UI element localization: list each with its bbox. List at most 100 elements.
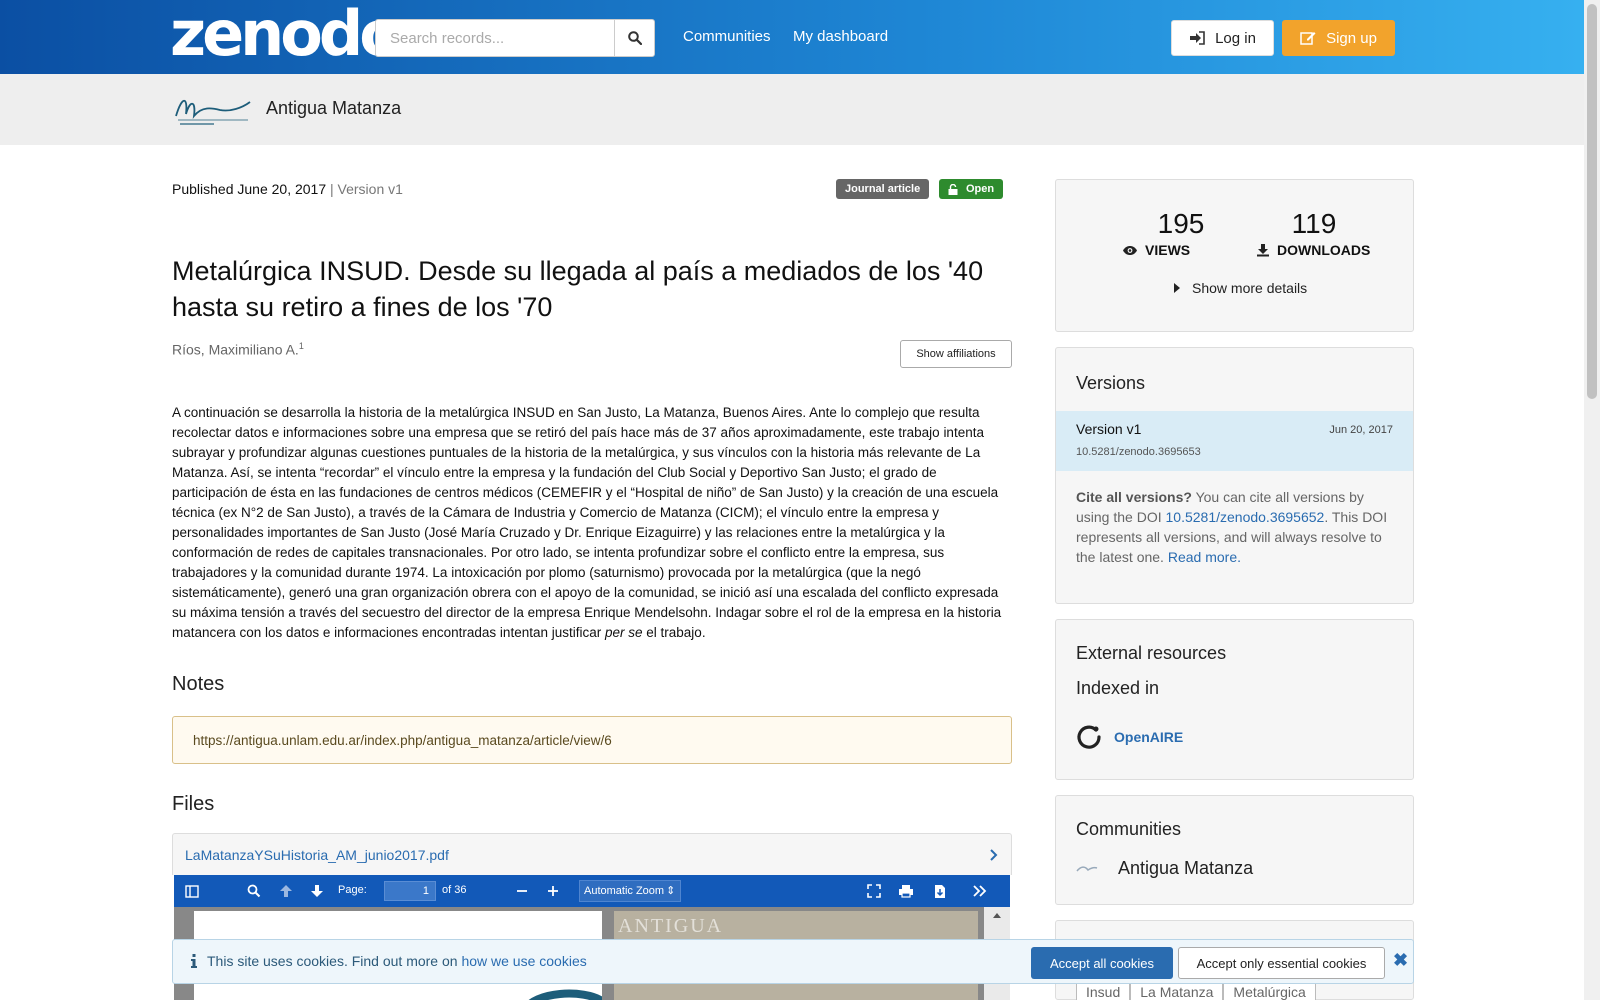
scroll-up-icon[interactable] [984, 907, 1010, 923]
previous-page-icon[interactable] [278, 883, 294, 899]
chevron-right-icon[interactable] [989, 848, 999, 861]
unlock-icon [948, 183, 958, 195]
published-date: Published June 20, 2017 [172, 181, 327, 197]
files-heading: Files [172, 793, 215, 815]
views-count: 195 [1157, 208, 1205, 239]
access-label: Open [966, 183, 995, 195]
download-file-icon[interactable] [932, 883, 948, 899]
abstract: A continuación se desarrolla la historia… [172, 403, 1002, 643]
creator[interactable]: Ríos, Maximiliano A.1 [172, 341, 304, 358]
views-label: VIEWS [1122, 242, 1190, 258]
zenodo-logo[interactable]: zenodo [170, 3, 402, 65]
versions-panel: Versions Version v1 Jun 20, 2017 10.5281… [1055, 347, 1414, 604]
scrollbar-thumb[interactable] [1587, 4, 1597, 399]
accept-all-cookies-button[interactable]: Accept all cookies [1031, 947, 1173, 979]
external-title: External resources [1076, 643, 1227, 663]
find-icon[interactable] [246, 883, 262, 899]
cite-all-versions: Cite all versions? You can cite all vers… [1076, 487, 1396, 567]
search-input[interactable] [375, 19, 615, 57]
nav-my-dashboard[interactable]: My dashboard [793, 28, 888, 45]
version-item[interactable]: Version v1 Jun 20, 2017 10.5281/zenodo.3… [1056, 411, 1413, 471]
cookie-banner: This site uses cookies. Find out more on… [172, 939, 1414, 984]
openaire-icon [1077, 725, 1101, 749]
zoom-select[interactable]: Automatic Zoom ⇕ [579, 880, 681, 902]
notes-box: https://antigua.unlam.edu.ar/index.php/a… [172, 716, 1012, 764]
file-name-link[interactable]: LaMatanzaYSuHistoria_AM_junio2017.pdf [185, 847, 449, 863]
indexed-in-label: Indexed in [1076, 678, 1160, 698]
openaire-label: OpenAIRE [1114, 729, 1184, 745]
tools-menu-icon[interactable] [972, 883, 988, 899]
sign-in-icon [1190, 31, 1205, 45]
version-doi: 10.5281/zenodo.3695653 [1076, 446, 1201, 458]
close-icon[interactable]: ✖ [1393, 950, 1408, 971]
page-number-input[interactable]: 1 [384, 881, 436, 901]
fullscreen-icon[interactable] [866, 883, 882, 899]
communities-title: Communities [1076, 819, 1182, 839]
select-arrows-icon: ⇕ [666, 885, 676, 897]
pdf-toolbar: Page: 1 of 36 Automatic Zoom ⇕ [174, 875, 1010, 907]
abstract-text: A continuación se desarrolla la historia… [172, 405, 1002, 640]
views-label-text: VIEWS [1145, 242, 1191, 258]
community-logo[interactable] [172, 88, 254, 130]
show-more-details[interactable]: Show more details [1174, 280, 1307, 296]
download-icon [1257, 244, 1269, 257]
concept-doi-link[interactable]: 10.5281/zenodo.3695652 [1166, 509, 1325, 525]
publication-info: Published June 20, 2017 | Version v1 [172, 181, 403, 197]
community-name[interactable]: Antigua Matanza [266, 98, 401, 119]
edit-icon [1300, 32, 1316, 45]
page-scrollbar[interactable] [1584, 0, 1600, 1000]
zoom-value: Automatic Zoom [584, 885, 665, 897]
notes-url: https://antigua.unlam.edu.ar/index.php/a… [193, 732, 612, 748]
abstract-emphasis: per se [605, 625, 643, 640]
login-label: Log in [1215, 29, 1256, 47]
downloads-count: 119 [1291, 208, 1337, 239]
page-label: Page: [338, 884, 367, 896]
search-button[interactable] [614, 19, 655, 57]
cookie-message: This site uses cookies. Find out more on… [191, 953, 587, 969]
login-button[interactable]: Log in [1171, 20, 1274, 56]
info-icon [191, 954, 197, 968]
version-name[interactable]: Version v1 [1076, 421, 1141, 437]
resource-type-badge: Journal article [836, 179, 930, 199]
caret-right-icon [1174, 283, 1180, 293]
community-thumb [1076, 865, 1098, 871]
cite-bold: Cite all versions? [1076, 489, 1192, 505]
downloads-label: DOWNLOADS [1256, 242, 1370, 258]
creator-affiliation-ref: 1 [298, 341, 304, 351]
downloads-label-text: DOWNLOADS [1277, 242, 1371, 258]
next-page-icon[interactable] [309, 883, 325, 899]
search-icon [627, 31, 642, 45]
creator-name: Ríos, Maximiliano A. [172, 341, 299, 358]
record-title: Metalúrgica INSUD. Desde su llegada al p… [172, 256, 984, 322]
zoom-in-icon[interactable] [545, 883, 561, 899]
show-affiliations-button[interactable]: Show affiliations [900, 340, 1012, 368]
sidebar-toggle-icon[interactable] [184, 883, 200, 899]
version-date: Jun 20, 2017 [1329, 424, 1393, 436]
more-details-label: Show more details [1192, 280, 1308, 296]
version-label: | Version v1 [326, 181, 403, 197]
openaire-link[interactable]: OpenAIRE [1076, 724, 1183, 750]
cookie-policy-link[interactable]: how we use cookies [461, 953, 586, 969]
versions-title: Versions [1076, 373, 1146, 393]
print-icon[interactable] [898, 883, 914, 899]
external-resources-panel: External resources Indexed in OpenAIRE [1055, 619, 1414, 780]
cover-watermark: ANTIGUA [618, 915, 724, 937]
nav-communities[interactable]: Communities [683, 28, 771, 45]
accept-essential-cookies-button[interactable]: Accept only essential cookies [1178, 947, 1385, 979]
communities-panel: Communities Antigua Matanza [1055, 795, 1414, 905]
abstract-text-end: el trabajo. [642, 625, 706, 640]
eye-icon [1123, 245, 1137, 255]
notes-heading: Notes [172, 673, 225, 695]
community-item-name: Antigua Matanza [1118, 858, 1254, 878]
access-badge: Open [939, 179, 1004, 199]
file-preview-header[interactable]: LaMatanzaYSuHistoria_AM_junio2017.pdf [172, 833, 1012, 875]
search-bar [375, 19, 655, 57]
zoom-out-icon[interactable] [514, 883, 530, 899]
signup-button[interactable]: Sign up [1282, 20, 1395, 56]
top-header: zenodo Communities My dashboard Log in S… [0, 0, 1584, 74]
community-header: Antigua Matanza [0, 74, 1584, 145]
community-item[interactable]: Antigua Matanza [1076, 858, 1253, 879]
page-total: of 36 [442, 884, 467, 896]
read-more-link[interactable]: Read more. [1168, 549, 1241, 565]
stats-panel: 195 VIEWS 119 DOWNLOADS Show more detail… [1055, 179, 1414, 332]
